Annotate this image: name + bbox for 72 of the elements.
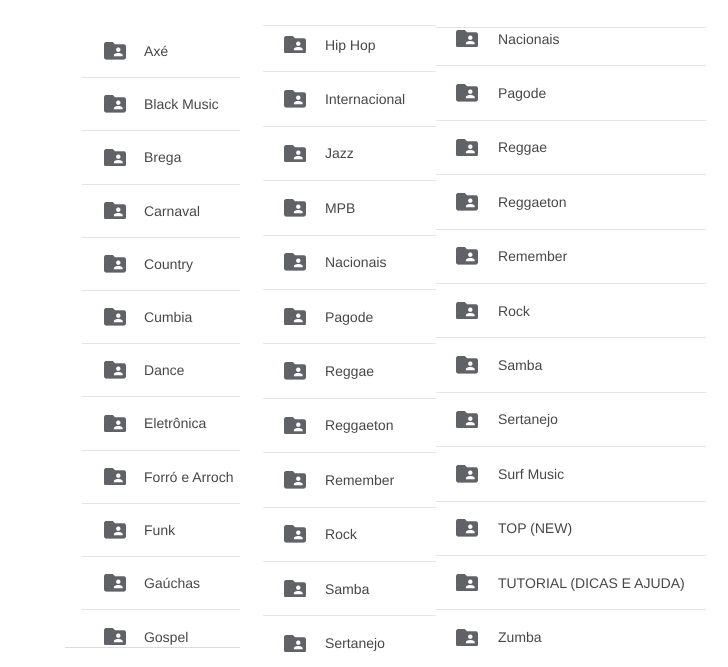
shared-folder-icon [456,465,478,483]
folder-name[interactable]: Remember [325,472,394,488]
shared-folder-icon [456,519,478,537]
folder-name[interactable]: Gospel [144,628,188,645]
folder-name[interactable]: TOP (NEW) [498,520,572,536]
folder-name[interactable]: Forró e Arroch [144,468,234,485]
folder-name[interactable]: Sertanejo [498,411,558,428]
shared-folder-icon [284,416,306,434]
folder-name[interactable]: Reggaeton [325,417,394,434]
folder-name[interactable]: Nacionais [325,254,386,270]
folder-name[interactable]: Reggae [498,139,548,156]
shared-folder-icon [104,520,126,539]
folder-name[interactable]: Rock [325,526,357,542]
folder-name[interactable]: Funk [144,522,176,538]
shared-folder-icon [456,193,478,211]
folder-name[interactable]: Cumbia [144,309,192,326]
shared-folder-icon [284,471,306,489]
shared-folder-icon [284,634,306,652]
folder-name[interactable]: Pagode [325,308,374,325]
shared-folder-icon [104,308,126,326]
shared-folder-icon [456,302,478,320]
shared-folder-icon [284,36,306,54]
folder-name[interactable]: Samba [498,357,542,374]
folder-name[interactable]: Carnaval [144,202,200,219]
folder-name[interactable]: Internacional [325,91,406,108]
folder-name[interactable]: Reggaeton [498,194,567,210]
shared-folder-icon [104,468,126,486]
folder-name[interactable]: Jazz [325,145,354,162]
shared-folder-icon [104,42,126,60]
folder-name[interactable]: Axé [144,43,168,60]
shared-folder-icon [104,95,126,114]
shared-folder-icon [284,144,306,162]
folder-name[interactable]: Gaúchas [144,574,200,591]
shared-folder-icon [284,199,306,217]
folder-name[interactable]: Pagode [498,85,546,102]
shared-folder-icon [456,410,478,428]
shared-folder-icon [456,356,478,374]
shared-folder-icon [104,202,126,220]
shared-folder-icon [104,574,126,592]
shared-folder-icon [284,308,306,326]
folder-name[interactable]: Country [144,256,194,272]
folder-name[interactable]: Reggae [325,363,374,380]
shared-folder-icon [284,525,306,543]
folder-name[interactable]: MPB [325,200,356,216]
shared-folder-icon [104,255,126,273]
folder-name[interactable]: Remember [498,248,568,264]
shared-folder-icon [104,361,126,380]
shared-folder-icon [104,628,126,646]
shared-folder-icon [456,138,478,156]
folder-name[interactable]: Brega [144,149,182,166]
shared-folder-icon [284,253,306,272]
shared-folder-icon [456,247,478,266]
shared-folder-icon [104,148,126,166]
shared-folder-icon [284,580,306,598]
shared-folder-icon [456,84,478,102]
folder-name[interactable]: Eletrônica [144,415,206,432]
folder-name[interactable]: Samba [325,580,370,597]
folder-name[interactable]: Dance [144,362,184,378]
shared-folder-icon [456,574,478,592]
shared-folder-icon [104,414,126,432]
folder-name[interactable]: TUTORIAL (DICAS E AJUDA) [498,574,685,591]
folder-name[interactable]: Black Music [144,96,219,112]
shared-folder-icon [456,30,478,48]
folder-name[interactable]: Sertanejo [325,635,385,652]
folder-name[interactable]: Zumba [498,629,542,646]
shared-folder-icon [456,628,478,646]
folder-name[interactable]: Rock [498,302,530,319]
folder-name[interactable]: Nacionais [498,30,560,47]
folder-name[interactable]: Hip Hop [325,36,376,53]
folder-name[interactable]: Surf Music [498,466,564,482]
shared-folder-icon [284,362,306,380]
shared-folder-icon [284,90,306,108]
